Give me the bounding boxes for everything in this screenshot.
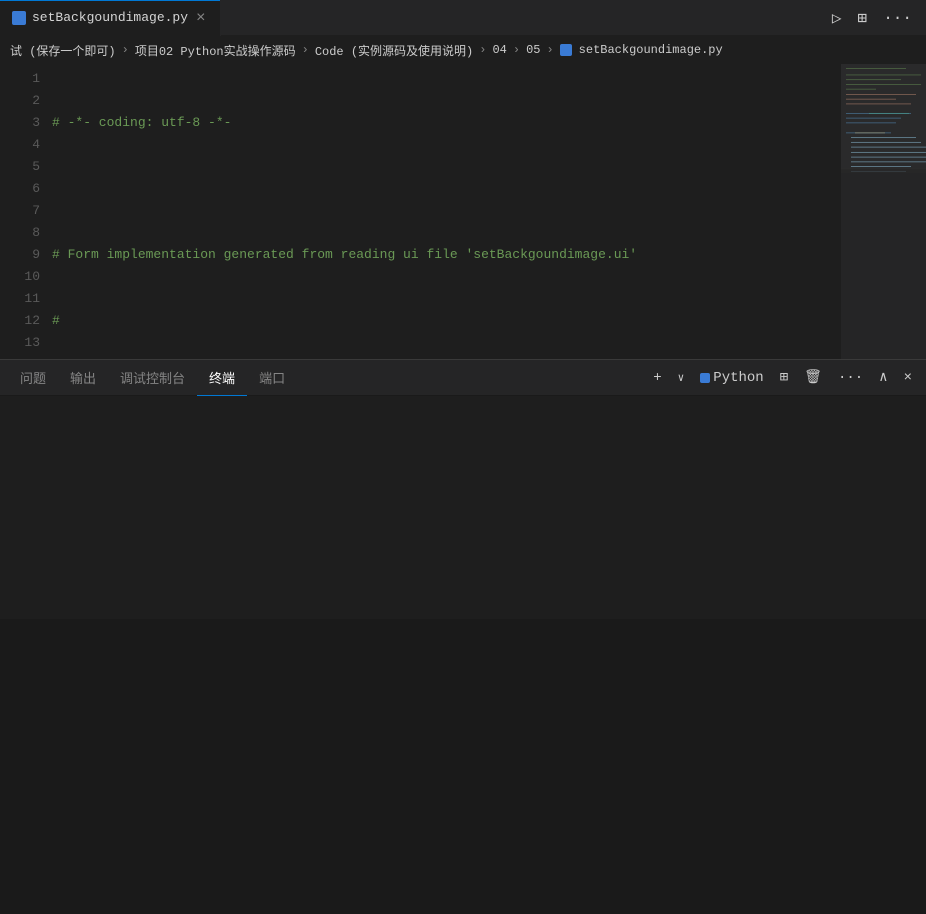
split-terminal-button[interactable]: ⊞ <box>774 366 794 389</box>
tab-terminal-label: 终端 <box>209 368 235 387</box>
file-tab[interactable]: setBackgoundimage.py × <box>0 0 221 36</box>
minimap <box>841 64 926 359</box>
breadcrumb-sep-4: › <box>513 43 520 57</box>
line-num-11: 11 <box>0 288 40 310</box>
terminal-collapse-button[interactable]: ∧ <box>873 366 893 389</box>
code-line-1: # -*- coding: utf-8 -*- <box>48 112 841 134</box>
breadcrumb-item-5[interactable]: 05 <box>526 43 540 57</box>
run-button[interactable]: ▷ <box>826 4 848 32</box>
code-line-2 <box>48 178 841 200</box>
line-num-6: 6 <box>0 178 40 200</box>
terminal-more-button[interactable]: ··· <box>832 367 869 389</box>
tab-problems-label: 问题 <box>20 368 46 387</box>
line-num-5: 5 <box>0 156 40 178</box>
breadcrumb-sep-2: › <box>302 43 309 57</box>
line-num-2: 2 <box>0 90 40 112</box>
tab-actions: ▷ ⊞ ··· <box>826 4 926 32</box>
tab-debug-label: 调试控制台 <box>120 368 185 387</box>
minimap-canvas <box>841 64 926 359</box>
python-file-icon <box>12 11 26 25</box>
code-editor[interactable]: # -*- coding: utf-8 -*- # Form implement… <box>48 64 841 359</box>
line-num-9: 9 <box>0 244 40 266</box>
tab-bar: setBackgoundimage.py × ▷ ⊞ ··· <box>0 0 926 36</box>
terminal-python-badge[interactable]: Python <box>694 367 769 389</box>
breadcrumb-sep-1: › <box>122 43 129 57</box>
editor-area: 1 2 3 4 5 6 7 8 9 10 11 12 13 14 15 16 1… <box>0 64 926 359</box>
code-line-3: # Form implementation generated from rea… <box>48 244 841 266</box>
line-num-8: 8 <box>0 222 40 244</box>
breadcrumb-sep-5: › <box>546 43 553 57</box>
terminal-content[interactable] <box>0 396 926 619</box>
line-num-4: 4 <box>0 134 40 156</box>
bottom-empty-area <box>0 619 926 914</box>
tab-ports[interactable]: 端口 <box>247 360 297 396</box>
line-num-10: 10 <box>0 266 40 288</box>
line-num-7: 7 <box>0 200 40 222</box>
tab-terminal[interactable]: 终端 <box>197 360 247 396</box>
add-terminal-button[interactable]: + <box>647 367 667 389</box>
breadcrumb: 试 (保存一个即可) › 项目02 Python实战操作源码 › Code (实… <box>0 36 926 64</box>
breadcrumb-item-3[interactable]: Code (实例源码及使用说明) <box>315 42 473 59</box>
tab-debug-console[interactable]: 调试控制台 <box>108 360 197 396</box>
terminal-tab-bar: 问题 输出 调试控制台 终端 端口 + ∨ Python ⊞ 🗑 ··· ∧ × <box>0 360 926 396</box>
python-badge-label: Python <box>713 370 763 386</box>
line-numbers: 1 2 3 4 5 6 7 8 9 10 11 12 13 14 15 16 1… <box>0 64 48 359</box>
python-badge-icon <box>700 373 710 383</box>
breadcrumb-file-icon <box>560 44 572 56</box>
tab-ports-label: 端口 <box>259 368 285 387</box>
breadcrumb-item-2[interactable]: 项目02 Python实战操作源码 <box>135 42 296 59</box>
breadcrumb-item-4[interactable]: 04 <box>492 43 506 57</box>
line-num-12: 12 <box>0 310 40 332</box>
tab-output-label: 输出 <box>70 368 96 387</box>
line-num-3: 3 <box>0 112 40 134</box>
terminal-add-dropdown[interactable]: ∨ <box>672 368 691 388</box>
breadcrumb-sep-3: › <box>479 43 486 57</box>
tab-output[interactable]: 输出 <box>58 360 108 396</box>
line-num-1: 1 <box>0 68 40 90</box>
line-num-13: 13 <box>0 332 40 354</box>
terminal-actions: + ∨ Python ⊞ 🗑 ··· ∧ × <box>647 366 918 389</box>
code-line-4: # <box>48 310 841 332</box>
tab-close-button[interactable]: × <box>194 8 208 28</box>
more-actions-button[interactable]: ··· <box>877 5 918 31</box>
tab-filename: setBackgoundimage.py <box>32 10 188 25</box>
split-editor-button[interactable]: ⊞ <box>852 4 874 32</box>
terminal-close-button[interactable]: × <box>898 367 918 389</box>
breadcrumb-item-6[interactable]: setBackgoundimage.py <box>579 43 723 57</box>
trash-terminal-button[interactable]: 🗑 <box>798 366 828 389</box>
terminal-panel: 问题 输出 调试控制台 终端 端口 + ∨ Python ⊞ 🗑 ··· ∧ × <box>0 359 926 619</box>
breadcrumb-item-1[interactable]: 试 (保存一个即可) <box>10 42 116 59</box>
tab-problems[interactable]: 问题 <box>8 360 58 396</box>
